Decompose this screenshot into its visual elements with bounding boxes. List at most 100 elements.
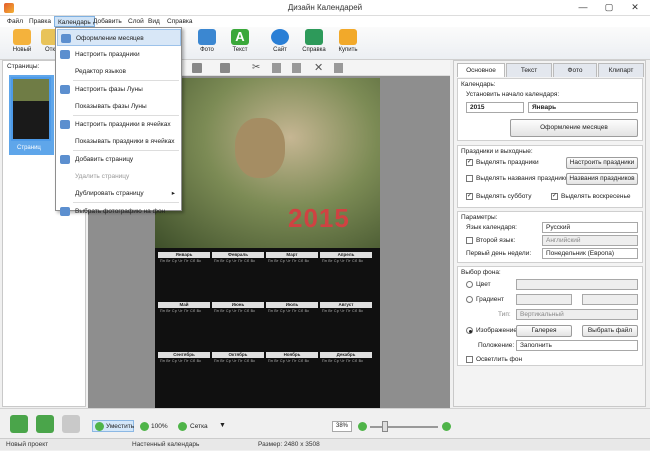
dropdown-item[interactable]: Показывать праздники в ячейках — [57, 133, 181, 150]
fit-button[interactable]: Уместить — [92, 420, 134, 432]
close-button[interactable]: ✕ — [622, 1, 648, 14]
dropdown-item[interactable]: Показывать фазы Луны — [57, 98, 181, 115]
delete-icon[interactable]: ✕ — [314, 61, 323, 74]
print-icon[interactable] — [192, 63, 202, 73]
month-block: Январь Пн Вт Ср Чт Пт Сб Вс — [158, 252, 210, 296]
buy-label: Купить — [338, 47, 358, 53]
highlight-names-checkbox[interactable] — [466, 175, 473, 182]
gallery-label: Галерея — [531, 327, 557, 334]
weekday-header: Пн Вт Ср Чт Пт Сб Вс — [268, 259, 310, 263]
choose-file-button[interactable]: Выбрать файл — [582, 325, 638, 337]
gradient-color-1[interactable] — [516, 294, 572, 305]
language-select[interactable]: Русский — [542, 222, 638, 233]
highlight-saturday-checkbox[interactable]: ✓ — [466, 193, 473, 200]
buy-button[interactable]: Купить — [334, 29, 362, 58]
configure-holidays-label: Настроить праздники — [569, 159, 635, 166]
gradient-radio[interactable] — [466, 296, 473, 303]
brighten-checkbox[interactable] — [466, 356, 473, 363]
menu-add[interactable]: Добавить — [90, 16, 125, 27]
status-size: Размер: 2480 x 3508 — [258, 441, 320, 448]
dropdown-item[interactable]: Оформление месяцев — [57, 29, 181, 46]
save-icon[interactable] — [220, 63, 230, 73]
tab-photo[interactable]: Фото — [553, 63, 597, 77]
months-design-button[interactable]: Оформление месяцев — [510, 119, 638, 137]
menu-help[interactable]: Справка — [164, 16, 196, 27]
grid-icon[interactable] — [178, 422, 187, 431]
dropdown-item[interactable]: Настроить фазы Луны — [57, 81, 181, 98]
zoom-out-icon[interactable] — [358, 422, 367, 431]
color-radio[interactable] — [466, 281, 473, 288]
duplicate-page-icon[interactable] — [36, 415, 54, 433]
dropdown-item-label: Настроить праздники в ячейках — [75, 121, 171, 128]
site-button[interactable]: Сайт — [266, 29, 294, 58]
color-picker[interactable] — [516, 279, 638, 290]
month-block: Октябрь Пн Вт Ср Чт Пт Сб Вс — [212, 352, 264, 396]
dropdown-item-label: Показывать фазы Луны — [75, 103, 147, 110]
text-button[interactable]: A Текст — [226, 29, 254, 58]
page-thumbnail[interactable] — [11, 77, 51, 141]
dropdown-item[interactable]: Настроить праздники — [57, 46, 181, 63]
add-page-icon — [60, 155, 70, 164]
dropdown-item[interactable]: Настроить праздники в ячейках — [57, 116, 181, 133]
gradient-color-2[interactable] — [582, 294, 638, 305]
menu-layer[interactable]: Слой — [125, 16, 147, 27]
holiday-names-button[interactable]: Названия праздников — [566, 173, 638, 185]
grid-dropdown-arrow[interactable]: ▼ — [219, 422, 226, 429]
tab-clipart-label: Клипарт — [608, 67, 634, 74]
menu-calendar[interactable]: Календарь — [54, 16, 95, 27]
highlight-names-label: Выделять названия праздников — [476, 175, 572, 182]
help-button[interactable]: Справка — [300, 29, 328, 58]
month-select[interactable]: Январь — [528, 102, 638, 113]
language-value: Русский — [546, 224, 571, 231]
delete-page-icon[interactable] — [62, 415, 80, 433]
first-day-select[interactable]: Понедельник (Европа) — [542, 248, 638, 259]
minimize-button[interactable]: — — [570, 1, 596, 14]
status-project: Новый проект — [6, 441, 49, 448]
maximize-button[interactable]: ▢ — [596, 1, 622, 14]
gradient-type-select[interactable]: Вертикальный — [516, 309, 638, 320]
position-select[interactable]: Заполнить — [516, 340, 638, 351]
type-label: Тип: — [498, 311, 511, 318]
second-language-checkbox[interactable] — [466, 237, 473, 244]
zoom-field[interactable]: 38% — [332, 421, 352, 432]
grid-label[interactable]: Сетка — [190, 423, 208, 430]
month-block: Ноябрь Пн Вт Ср Чт Пт Сб Вс — [266, 352, 318, 396]
menu-view[interactable]: Вид — [145, 16, 163, 27]
calendar-group: Календарь: Установить начало календаря: … — [457, 78, 643, 141]
copy-icon[interactable] — [272, 63, 281, 73]
month-block: Июль Пн Вт Ср Чт Пт Сб Вс — [266, 302, 318, 346]
menu-file[interactable]: Файл — [4, 16, 26, 27]
month-block: Февраль Пн Вт Ср Чт Пт Сб Вс — [212, 252, 264, 296]
dropdown-item[interactable]: Удалить страницу — [57, 168, 181, 185]
new-button[interactable]: Новый — [8, 29, 36, 58]
gallery-button[interactable]: Галерея — [516, 325, 572, 337]
highlight-sunday-checkbox[interactable]: ✓ — [551, 193, 558, 200]
dropdown-item[interactable]: Добавить страницу — [57, 151, 181, 168]
tab-text[interactable]: Текст — [506, 63, 552, 77]
highlight-holidays-checkbox[interactable]: ✓ — [466, 159, 473, 166]
help-label: Справка — [302, 47, 326, 53]
dropdown-item[interactable]: Дублировать страницу ▸ — [57, 185, 181, 202]
image-radio[interactable] — [466, 327, 473, 334]
tab-clipart[interactable]: Клипарт — [598, 63, 644, 77]
zoom100-icon[interactable] — [140, 422, 149, 431]
year-stepper[interactable]: 2015 — [466, 102, 524, 113]
menu-edit[interactable]: Правка — [26, 16, 54, 27]
zoom-in-icon[interactable] — [442, 422, 451, 431]
dropdown-item[interactable]: Выбрать фотографию на фон — [57, 203, 181, 220]
add-page-icon[interactable] — [10, 415, 28, 433]
tab-main[interactable]: Основное — [457, 63, 505, 77]
configure-holidays-button[interactable]: Настроить праздники — [566, 157, 638, 169]
calendar-year[interactable]: 2015 — [288, 203, 350, 234]
layer-icon[interactable] — [334, 63, 343, 73]
second-language-select[interactable]: Английский — [542, 235, 638, 246]
zoom-slider-handle[interactable] — [382, 421, 388, 432]
zoom-slider[interactable] — [370, 426, 438, 428]
paste-icon[interactable] — [292, 63, 301, 73]
tab-main-label: Основное — [466, 67, 496, 74]
cut-icon[interactable]: ✂ — [252, 62, 260, 73]
window-title: Дизайн Календарей — [287, 3, 363, 12]
zoom100-label[interactable]: 100% — [151, 423, 168, 430]
photo-button[interactable]: Фото — [193, 29, 221, 58]
dropdown-item[interactable]: Редактор языков — [57, 63, 181, 80]
